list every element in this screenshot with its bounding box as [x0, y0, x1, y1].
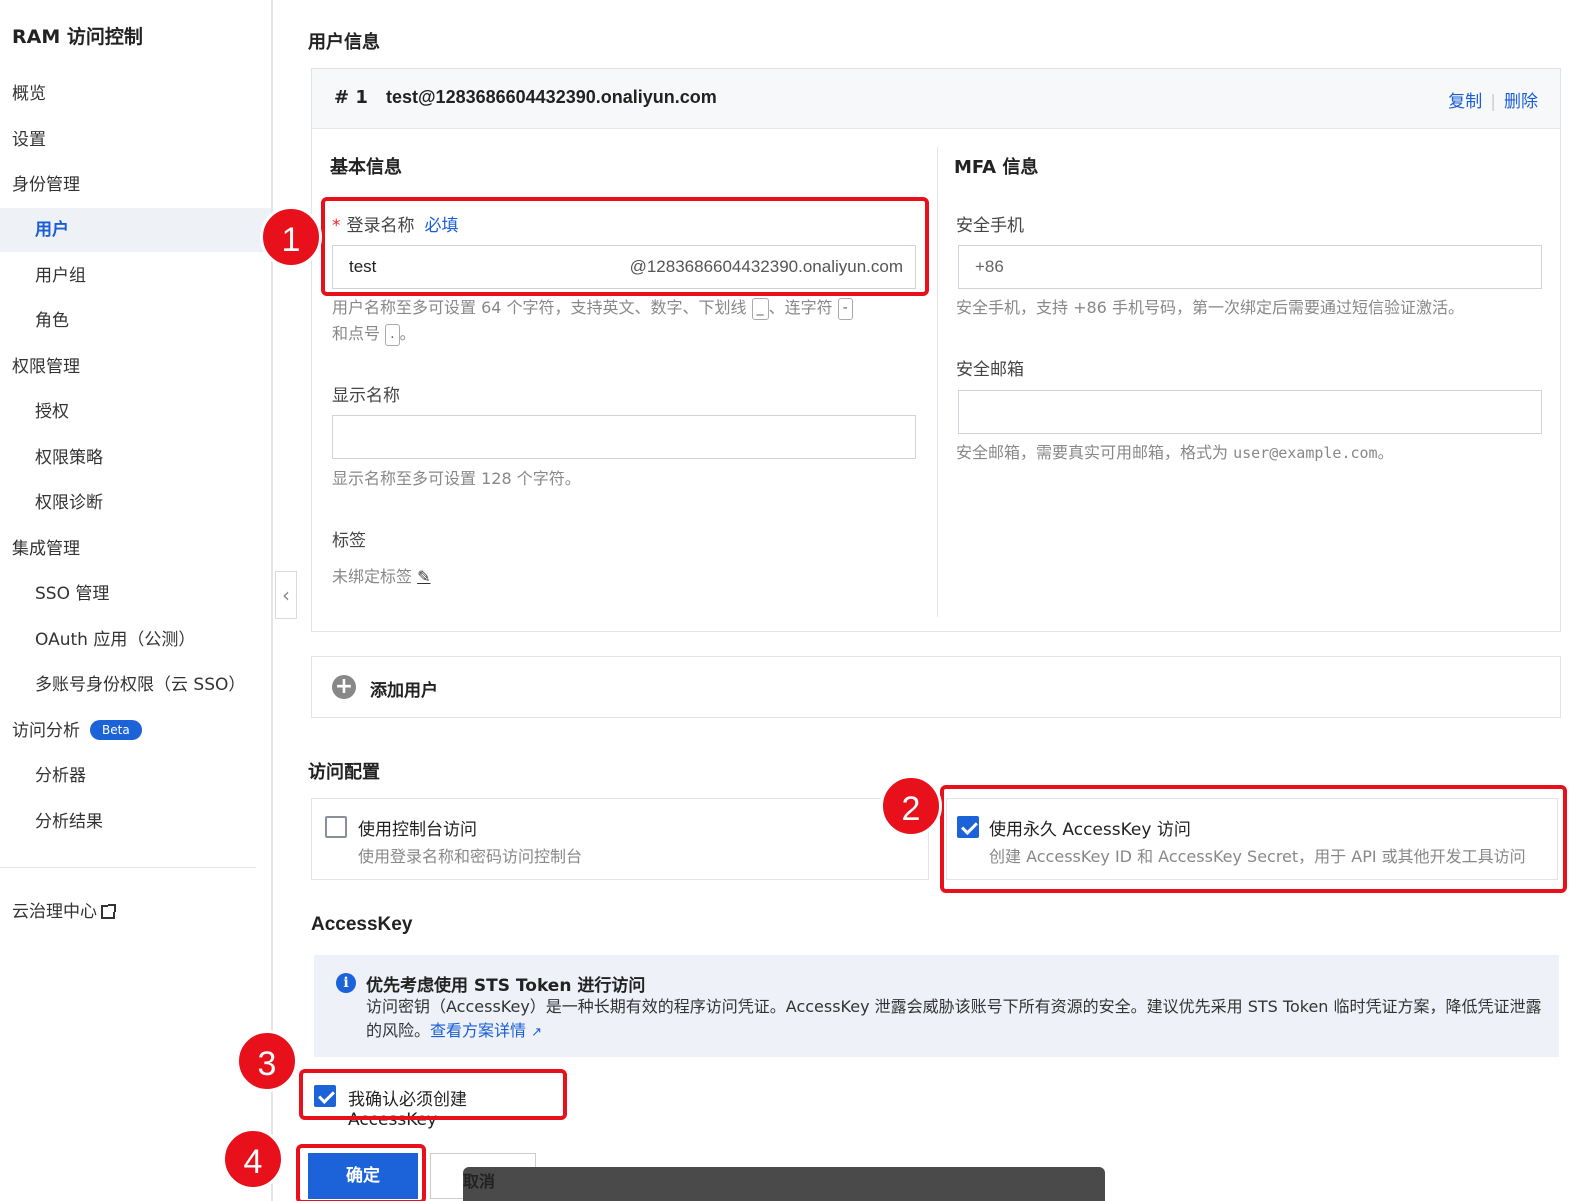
phone-help: 安全手机，支持 +86 手机号码，第一次绑定后需要通过短信验证激活。	[956, 298, 1464, 317]
login-name-help: 用户名称至多可设置 64 个字符，支持英文、数字、下划线 _ 、连字符 - 和点号…	[332, 295, 932, 347]
external-link-icon	[101, 904, 116, 919]
sidebar-divider	[0, 867, 256, 868]
nav-permission-management[interactable]: 权限管理	[0, 345, 271, 389]
nav-overview[interactable]: 概览	[0, 72, 271, 116]
chevron-left-icon: ‹	[282, 583, 290, 607]
basic-info-title: 基本信息	[330, 157, 402, 178]
user-email: test@1283686604432390.onaliyun.com	[386, 87, 717, 107]
annotation-marker-4: 4	[222, 1128, 284, 1190]
annotation-marker-1: 1	[260, 206, 322, 268]
beta-badge: Beta	[90, 720, 142, 740]
sts-token-alert: i 优先考虑使用 STS Token 进行访问 访问密钥（AccessKey）是…	[314, 955, 1559, 1057]
access-config-title: 访问配置	[308, 762, 380, 783]
column-divider	[937, 147, 938, 617]
nav-analysis-results[interactable]: 分析结果	[0, 800, 271, 844]
nav-identity-management[interactable]: 身份管理	[0, 163, 271, 207]
alert-title: 优先考虑使用 STS Token 进行访问	[366, 976, 646, 996]
nav-permission-diagnosis[interactable]: 权限诊断	[0, 481, 271, 525]
add-user-button[interactable]: + 添加用户	[311, 656, 1561, 718]
copy-link[interactable]: 复制	[1448, 92, 1482, 112]
console-access-option[interactable]: 使用控制台访问 使用登录名称和密码访问控制台	[311, 798, 929, 880]
display-name-help: 显示名称至多可设置 128 个字符。	[332, 469, 581, 488]
nav-grants[interactable]: 授权	[0, 390, 271, 434]
nav-access-analysis[interactable]: 访问分析 Beta	[0, 709, 271, 753]
annotation-marker-2: 2	[880, 775, 942, 837]
nav-integration-management[interactable]: 集成管理	[0, 527, 271, 571]
nav-oauth-apps[interactable]: OAuth 应用（公测）	[0, 618, 271, 662]
mfa-info-title: MFA 信息	[954, 157, 1039, 178]
user-index: # 1	[334, 87, 368, 108]
accesskey-title: AccessKey	[311, 914, 413, 935]
card-actions: 复制 | 删除	[1448, 92, 1538, 112]
email-label: 安全邮箱	[956, 360, 1024, 380]
annotation-box-1	[321, 197, 929, 296]
console-access-title: 使用控制台访问	[358, 820, 477, 840]
edit-icon[interactable]: ✎	[417, 567, 430, 586]
nav-cloud-sso[interactable]: 多账号身份权限（云 SSO）	[0, 663, 271, 707]
view-details-link[interactable]: 查看方案详情 ↗	[430, 1021, 542, 1040]
nav-governance-center[interactable]: 云治理中心	[0, 890, 271, 934]
plus-circle-icon: +	[332, 675, 356, 699]
annotation-marker-3: 3	[236, 1030, 298, 1092]
nav-policies[interactable]: 权限策略	[0, 436, 271, 480]
display-name-label: 显示名称	[332, 386, 400, 406]
sidebar: RAM 访问控制 概览 设置 身份管理 用户 用户组 角色 权限管理 授权 权限…	[0, 0, 273, 1201]
nav-settings[interactable]: 设置	[0, 118, 271, 162]
tags-value[interactable]: 未绑定标签 ✎	[332, 564, 431, 590]
phone-placeholder: +86	[975, 257, 1004, 276]
external-link-icon: ↗	[531, 1025, 543, 1040]
app-title: RAM 访问控制	[12, 26, 143, 48]
nav-analyzers[interactable]: 分析器	[0, 754, 271, 798]
console-access-checkbox[interactable]	[325, 816, 347, 838]
user-card-header: # 1 test@1283686604432390.onaliyun.com 复…	[312, 69, 1560, 129]
email-input[interactable]	[958, 390, 1542, 434]
add-user-label: 添加用户	[370, 681, 438, 701]
nav-access-analysis-label: 访问分析	[12, 721, 80, 741]
console-access-desc: 使用登录名称和密码访问控制台	[358, 847, 583, 866]
display-name-input[interactable]	[332, 415, 916, 459]
nav-sso[interactable]: SSO 管理	[0, 572, 271, 616]
user-info-title: 用户信息	[308, 32, 380, 53]
annotation-box-4	[296, 1144, 426, 1201]
sidebar-collapse-button[interactable]: ‹	[275, 571, 297, 619]
email-help: 安全邮箱，需要真实可用邮箱，格式为 user@example.com。	[956, 443, 1394, 462]
nav-roles[interactable]: 角色	[0, 299, 271, 343]
user-card: # 1 test@1283686604432390.onaliyun.com 复…	[311, 68, 1561, 632]
phone-input[interactable]: +86	[958, 245, 1542, 289]
phone-label: 安全手机	[956, 216, 1024, 236]
nav-users[interactable]: 用户	[0, 208, 271, 252]
annotation-box-3	[299, 1069, 567, 1120]
tooltip-overlay	[463, 1167, 1105, 1201]
governance-center-label: 云治理中心	[12, 902, 97, 922]
info-icon: i	[336, 973, 356, 993]
delete-link[interactable]: 删除	[1504, 92, 1538, 112]
annotation-box-2	[940, 785, 1567, 893]
cancel-label: 取消	[463, 1172, 496, 1191]
tags-label: 标签	[332, 531, 366, 551]
alert-body: 访问密钥（AccessKey）是一种长期有效的程序访问凭证。AccessKey …	[366, 997, 1542, 1040]
nav-user-groups[interactable]: 用户组	[0, 254, 271, 298]
